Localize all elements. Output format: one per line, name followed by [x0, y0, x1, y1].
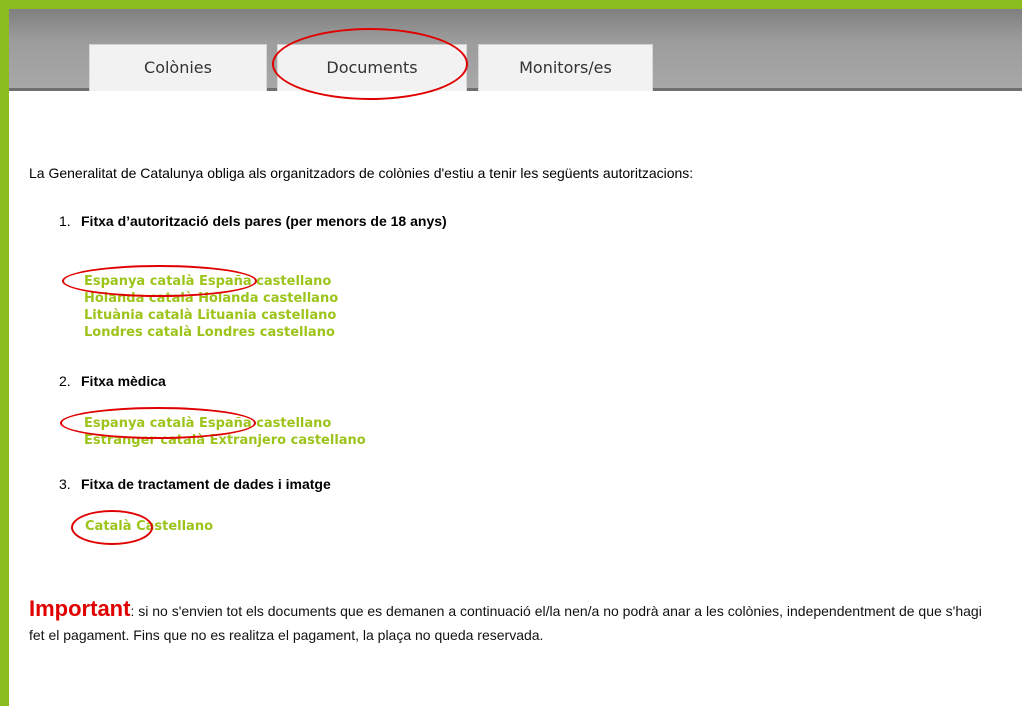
list-item: Espanya català España castellano: [84, 415, 366, 432]
list-item: Català Castellano: [85, 518, 213, 535]
important-notice: Important: si no s'envien tot els docume…: [29, 597, 1001, 647]
link-espanya-catala[interactable]: Espanya català: [84, 274, 194, 289]
link-catala[interactable]: Català: [85, 519, 132, 534]
section-2-label: Fitxa mèdica: [81, 373, 166, 389]
section-3-number: 3.: [59, 476, 71, 492]
section-1-number: 1.: [59, 213, 71, 229]
link-castellano[interactable]: Castellano: [136, 519, 213, 534]
link-lituania-catala[interactable]: Lituània català: [84, 308, 193, 323]
link-lituania-castellano[interactable]: Lituania castellano: [197, 308, 336, 323]
section-1-label: Fitxa d’autorització dels pares (per men…: [81, 213, 447, 229]
link-estranger-catala[interactable]: Estranger català: [84, 433, 205, 448]
section-3-title: 3. Fitxa de tractament de dades i imatge: [59, 476, 331, 492]
tab-colonies[interactable]: Colònies: [89, 44, 267, 91]
link-londres-castellano[interactable]: Londres castellano: [197, 325, 335, 340]
link-espana-castellano-medica[interactable]: España castellano: [199, 416, 331, 431]
section-3-links: Català Castellano: [85, 518, 213, 535]
section-2-number: 2.: [59, 373, 71, 389]
link-londres-catala[interactable]: Londres català: [84, 325, 192, 340]
important-text: : si no s'envien tot els documents que e…: [29, 603, 982, 643]
section-1-links: Espanya català España castellano Holanda…: [84, 273, 338, 341]
list-item: Lituània català Lituania castellano: [84, 307, 338, 324]
link-extranjero-castellano[interactable]: Extranjero castellano: [210, 433, 366, 448]
link-espana-castellano[interactable]: España castellano: [199, 274, 331, 289]
list-item: Espanya català España castellano: [84, 273, 338, 290]
intro-text: La Generalitat de Catalunya obliga als o…: [29, 165, 694, 181]
list-item: Holanda català Holanda castellano: [84, 290, 338, 307]
list-item: Estranger català Extranjero castellano: [84, 432, 366, 449]
tab-documents[interactable]: Documents: [277, 44, 467, 91]
tab-bar: Colònies Documents Monitors/es: [9, 9, 1022, 91]
section-2-title: 2. Fitxa mèdica: [59, 373, 166, 389]
section-1-title: 1. Fitxa d’autorització dels pares (per m…: [59, 213, 447, 229]
link-holanda-castellano[interactable]: Holanda castellano: [198, 291, 338, 306]
link-holanda-catala[interactable]: Holanda català: [84, 291, 194, 306]
list-item: Londres català Londres castellano: [84, 324, 338, 341]
tab-monitors[interactable]: Monitors/es: [478, 44, 653, 91]
important-label: Important: [29, 596, 131, 621]
link-espanya-catala-medica[interactable]: Espanya català: [84, 416, 194, 431]
section-3-label: Fitxa de tractament de dades i imatge: [81, 476, 331, 492]
section-2-links: Espanya català España castellano Estrang…: [84, 415, 366, 449]
